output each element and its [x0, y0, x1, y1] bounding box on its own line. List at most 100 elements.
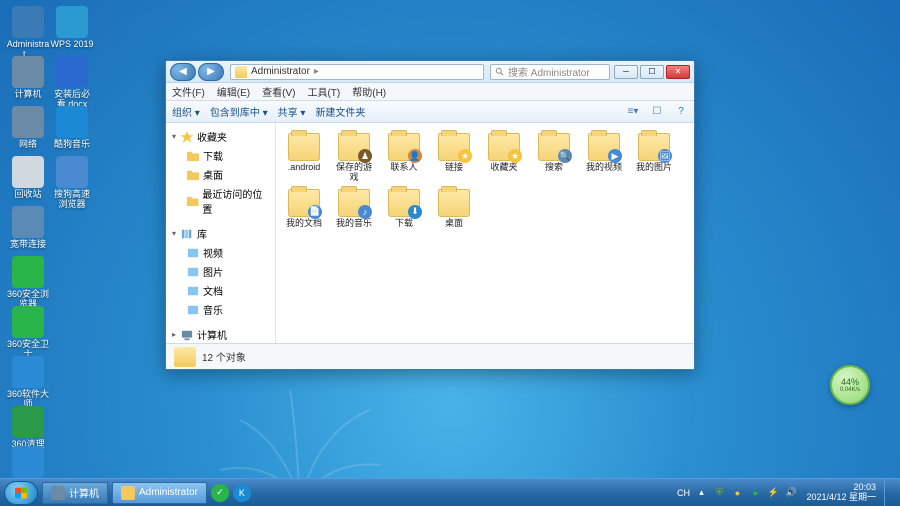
back-button[interactable]: ◀ [170, 63, 196, 81]
app-icon [12, 356, 44, 388]
chevron-right-icon: ▸ [172, 330, 180, 339]
forward-button[interactable]: ▶ [198, 63, 224, 81]
sidebar-item[interactable]: 最近访问的位置 [166, 184, 275, 218]
sidebar-group-favorites: ▾ 收藏夹 下载桌面最近访问的位置 [166, 127, 275, 218]
menu-item[interactable]: 文件(F) [172, 84, 205, 99]
help-icon[interactable]: ? [674, 105, 688, 119]
app-icon [56, 6, 88, 38]
address-bar[interactable]: Administrator ▸ [230, 64, 484, 80]
sidebar-computer-header[interactable]: ▸ 计算机 [166, 325, 275, 343]
folder-label: 我的图片 [634, 163, 674, 173]
folder-item[interactable]: ♟保存的游戏 [334, 133, 374, 183]
folder-item[interactable]: 桌面 [434, 189, 474, 229]
folder-label: .android [284, 163, 324, 173]
desktop-icon[interactable]: Administrat... [6, 6, 50, 60]
tray-network-icon[interactable]: ⚡ [766, 486, 780, 500]
folder-label: 桌面 [434, 219, 474, 229]
desktop-icon[interactable]: WPS 2019 [50, 6, 94, 50]
preview-pane-icon[interactable]: ☐ [650, 105, 664, 119]
taskbar-tray-kugou[interactable]: K [233, 484, 251, 502]
folder-label: 我的视频 [584, 163, 624, 173]
folder-item[interactable]: .android [284, 133, 324, 183]
folder-item[interactable]: 🖼我的图片 [634, 133, 674, 183]
desktop-icon[interactable]: 360清理 [6, 406, 50, 450]
tray-app-icon[interactable]: ● [748, 486, 762, 500]
desktop-icon[interactable]: 计算机 [6, 56, 50, 100]
sidebar-item[interactable]: 桌面 [166, 165, 275, 184]
sidebar-item-label: 视频 [203, 245, 223, 260]
desktop-icon[interactable]: 搜狗高速浏览器 [50, 156, 94, 210]
app-icon [12, 156, 44, 188]
desktop-icon[interactable]: 360安全卫士 [6, 306, 50, 360]
view-options-icon[interactable]: ≡▾ [626, 105, 640, 119]
taskbar-item[interactable]: Administrator [112, 482, 207, 504]
status-bar: 12 个对象 [166, 343, 694, 369]
desktop-icon[interactable]: 网络 [6, 106, 50, 150]
sidebar-item[interactable]: 音乐 [166, 300, 275, 319]
menu-bar: 文件(F) 编辑(E) 查看(V) 工具(T) 帮助(H) [166, 83, 694, 101]
system-tray: CH ▴ ⛨ ● ● ⚡ 🔊 20:03 2021/4/12 星期一 [676, 479, 896, 506]
folder-label: 保存的游戏 [334, 163, 374, 183]
path-separator: ▸ [314, 66, 319, 77]
desktop-icon[interactable]: 360安全浏览器 [6, 256, 50, 310]
folder-item[interactable]: ★收藏夹 [484, 133, 524, 183]
folder-label: 搜索 [534, 163, 574, 173]
explorer-window: ◀ ▶ Administrator ▸ 搜索 Administrator ─ ☐… [165, 60, 695, 370]
folder-item[interactable]: 📄我的文档 [284, 189, 324, 229]
taskbar-clock[interactable]: 20:03 2021/4/12 星期一 [802, 483, 880, 503]
tray-shield-icon[interactable]: ⛨ [712, 486, 726, 500]
network-speed-badge[interactable]: 44% 0.04K/s [830, 365, 870, 405]
search-box[interactable]: 搜索 Administrator [490, 64, 610, 80]
sidebar-item-label: 音乐 [203, 302, 223, 317]
menu-item[interactable]: 工具(T) [307, 84, 340, 99]
folder-item[interactable]: ★链接 [434, 133, 474, 183]
search-placeholder: 搜索 Administrator [508, 64, 590, 79]
sidebar-favorites-header[interactable]: ▾ 收藏夹 [166, 127, 275, 146]
folder-item[interactable]: ▶我的视频 [584, 133, 624, 183]
folder-badge-icon: ★ [458, 149, 472, 163]
sidebar-item[interactable]: 下载 [166, 146, 275, 165]
show-desktop-button[interactable] [884, 479, 892, 506]
new-folder-button[interactable]: 新建文件夹 [315, 104, 365, 119]
organize-button[interactable]: 组织 ▾ [172, 104, 200, 119]
maximize-button[interactable]: ☐ [640, 65, 664, 79]
taskbar-tray-360[interactable]: ✓ [211, 484, 229, 502]
window-titlebar[interactable]: ◀ ▶ Administrator ▸ 搜索 Administrator ─ ☐… [166, 61, 694, 83]
desktop-icon[interactable]: 360软件大师 [6, 356, 50, 410]
taskbar-item[interactable]: 计算机 [42, 482, 108, 504]
tray-app-icon[interactable]: ● [730, 486, 744, 500]
menu-item[interactable]: 帮助(H) [352, 84, 386, 99]
folder-label: 我的音乐 [334, 219, 374, 229]
desktop-icon[interactable]: 安装后必看.docx [50, 56, 94, 110]
folder-label: 收藏夹 [484, 163, 524, 173]
sidebar-item[interactable]: 文档 [166, 281, 275, 300]
folder-badge-icon: ♪ [358, 205, 372, 219]
start-button[interactable] [4, 481, 38, 505]
app-icon [12, 106, 44, 138]
tray-expand-icon[interactable]: ▴ [694, 486, 708, 500]
folder-badge-icon: 👤 [408, 149, 422, 163]
desktop-icon[interactable]: 宽带连接 [6, 206, 50, 250]
close-button[interactable]: ✕ [666, 65, 690, 79]
share-button[interactable]: 共享 ▾ [278, 104, 306, 119]
menu-item[interactable]: 查看(V) [262, 84, 295, 99]
folder-item[interactable]: 👤联系人 [384, 133, 424, 183]
desktop-icon[interactable]: 酷狗音乐 [50, 106, 94, 150]
folder-item[interactable]: 🔍搜索 [534, 133, 574, 183]
desktop-icon[interactable]: 回收站 [6, 156, 50, 200]
sidebar-item[interactable]: 图片 [166, 262, 275, 281]
folder-item[interactable]: ⬇下载 [384, 189, 424, 229]
sidebar-libraries-header[interactable]: ▾ 库 [166, 224, 275, 243]
folder-badge-icon: 📄 [308, 205, 322, 219]
include-library-button[interactable]: 包含到库中 ▾ [210, 104, 268, 119]
minimize-button[interactable]: ─ [614, 65, 638, 79]
folder-icon [186, 150, 200, 162]
folder-item[interactable]: ♪我的音乐 [334, 189, 374, 229]
content-pane[interactable]: .android♟保存的游戏👤联系人★链接★收藏夹🔍搜索▶我的视频🖼我的图片📄我… [276, 123, 694, 343]
library-item-icon [186, 247, 200, 259]
tray-lang[interactable]: CH [676, 486, 690, 500]
sidebar-item[interactable]: 视频 [166, 243, 275, 262]
desktop-icon-label: WPS 2019 [50, 40, 94, 50]
menu-item[interactable]: 编辑(E) [217, 84, 250, 99]
tray-volume-icon[interactable]: 🔊 [784, 486, 798, 500]
